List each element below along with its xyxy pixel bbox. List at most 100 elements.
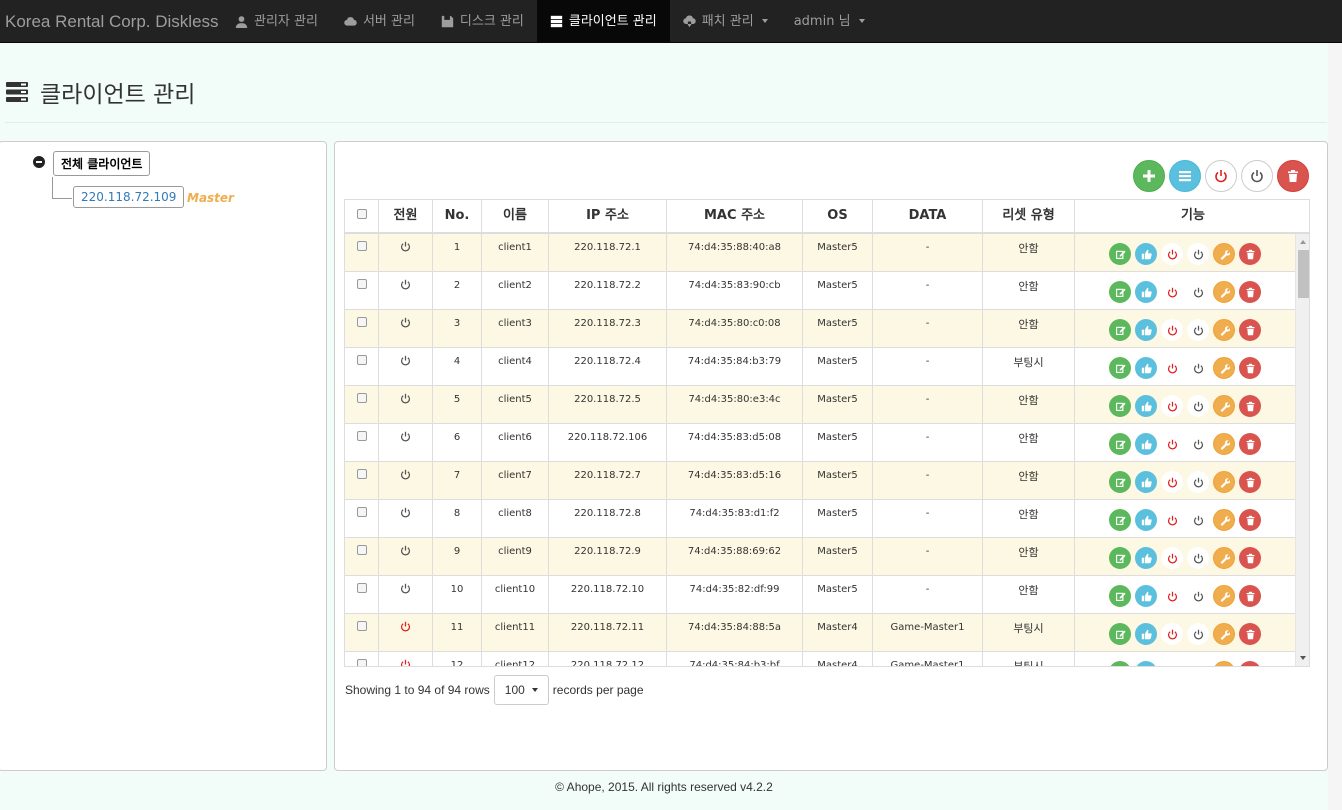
power-on-button[interactable] — [1161, 623, 1183, 645]
page-scrollbar[interactable] — [1328, 43, 1342, 810]
delete-button[interactable] — [1239, 661, 1261, 666]
edit-button[interactable] — [1109, 319, 1131, 341]
power-on-button[interactable] — [1161, 281, 1183, 303]
settings-button[interactable] — [1213, 357, 1235, 379]
power-off-button[interactable] — [1187, 281, 1209, 303]
scroll-thumb[interactable] — [1298, 250, 1309, 298]
delete-button[interactable] — [1239, 357, 1261, 379]
power-on-button[interactable] — [1161, 661, 1183, 666]
table-row[interactable]: 7 client7 220.118.72.7 74:d4:35:83:d5:16 Mas… — [345, 462, 1295, 500]
page-size-select[interactable]: 100 — [493, 675, 549, 705]
settings-button[interactable] — [1213, 433, 1235, 455]
power-off-button[interactable] — [1187, 357, 1209, 379]
power-on-button[interactable] — [1161, 547, 1183, 569]
power-on-button[interactable] — [1161, 357, 1183, 379]
delete-button[interactable] — [1239, 395, 1261, 417]
tree-node-server[interactable]: 220.118.72.109 — [73, 186, 185, 208]
approve-button[interactable] — [1135, 661, 1157, 666]
row-checkbox[interactable] — [356, 659, 367, 666]
approve-button[interactable] — [1135, 623, 1157, 645]
edit-button[interactable] — [1109, 585, 1131, 607]
table-row[interactable]: 9 client9 220.118.72.9 74:d4:35:88:69:62 Mas… — [345, 538, 1295, 576]
edit-button[interactable] — [1109, 661, 1131, 666]
edit-button[interactable] — [1109, 357, 1131, 379]
column-header[interactable]: 리셋 유형 — [983, 200, 1075, 232]
table-row[interactable]: 3 client3 220.118.72.3 74:d4:35:80:c0:08 Mas… — [345, 310, 1295, 348]
approve-button[interactable] — [1135, 243, 1157, 265]
column-header[interactable]: OS — [803, 200, 873, 232]
approve-button[interactable] — [1135, 585, 1157, 607]
settings-button[interactable] — [1213, 471, 1235, 493]
collapse-icon[interactable] — [33, 156, 45, 168]
power-on-button[interactable] — [1161, 395, 1183, 417]
row-checkbox[interactable] — [356, 393, 367, 403]
nav-client-management[interactable]: 클라이언트 관리 — [536, 0, 670, 42]
delete-button[interactable] — [1239, 585, 1261, 607]
settings-button[interactable] — [1213, 319, 1235, 341]
edit-button[interactable] — [1109, 547, 1131, 569]
table-row[interactable]: 5 client5 220.118.72.5 74:d4:35:80:e3:4c Mas… — [345, 386, 1295, 424]
table-row[interactable]: 2 client2 220.118.72.2 74:d4:35:83:90:cb Mas… — [345, 272, 1295, 310]
power-on-button[interactable] — [1161, 433, 1183, 455]
delete-button[interactable] — [1239, 319, 1261, 341]
settings-button[interactable] — [1213, 547, 1235, 569]
power-on-button[interactable] — [1161, 509, 1183, 531]
approve-button[interactable] — [1135, 281, 1157, 303]
column-header[interactable]: DATA — [873, 200, 983, 232]
row-checkbox[interactable] — [356, 621, 367, 631]
table-row[interactable]: 10 client10 220.118.72.10 74:d4:35:82:df:99… — [345, 576, 1295, 614]
settings-button[interactable] — [1213, 395, 1235, 417]
delete-button[interactable] — [1239, 471, 1261, 493]
scroll-down-icon[interactable] — [1300, 656, 1306, 660]
table-row[interactable]: 1 client1 220.118.72.1 74:d4:35:88:40:a8 Mas… — [345, 234, 1295, 272]
power-off-button[interactable] — [1187, 395, 1209, 417]
list-menu-button[interactable] — [1169, 160, 1201, 192]
power-on-button[interactable] — [1161, 471, 1183, 493]
row-checkbox[interactable] — [356, 583, 367, 593]
settings-button[interactable] — [1213, 243, 1235, 265]
nav-patch-management[interactable]: 패치 관리 — [670, 0, 781, 42]
delete-button[interactable] — [1239, 509, 1261, 531]
power-off-button[interactable] — [1187, 471, 1209, 493]
power-off-button[interactable] — [1187, 433, 1209, 455]
table-scrollbar[interactable] — [1295, 234, 1309, 666]
settings-button[interactable] — [1213, 623, 1235, 645]
delete-button[interactable] — [1239, 281, 1261, 303]
table-row[interactable]: 4 client4 220.118.72.4 74:d4:35:84:b3:79 Mas… — [345, 348, 1295, 386]
table-row[interactable]: 12 client12 220.118.72.12 74:d4:35:84:b3:bf… — [345, 652, 1295, 666]
row-checkbox[interactable] — [356, 317, 367, 327]
delete-button[interactable] — [1239, 547, 1261, 569]
edit-button[interactable] — [1109, 509, 1131, 531]
delete-button[interactable] — [1239, 433, 1261, 455]
edit-button[interactable] — [1109, 471, 1131, 493]
add-client-button[interactable] — [1133, 160, 1165, 192]
power-on-button[interactable] — [1161, 243, 1183, 265]
approve-button[interactable] — [1135, 509, 1157, 531]
nav-server-management[interactable]: 서버 관리 — [331, 0, 428, 42]
table-row[interactable]: 6 client6 220.118.72.106 74:d4:35:83:d5:08 M… — [345, 424, 1295, 462]
power-on-all-button[interactable] — [1205, 160, 1237, 192]
power-off-button[interactable] — [1187, 509, 1209, 531]
power-off-button[interactable] — [1187, 661, 1209, 666]
nav-admin-management[interactable]: 관리자 관리 — [222, 0, 331, 42]
approve-button[interactable] — [1135, 433, 1157, 455]
column-header[interactable]: IP 주소 — [549, 200, 667, 232]
settings-button[interactable] — [1213, 509, 1235, 531]
power-off-button[interactable] — [1187, 623, 1209, 645]
select-all-checkbox[interactable] — [356, 209, 367, 219]
column-header[interactable]: No. — [433, 200, 482, 232]
row-checkbox[interactable] — [356, 431, 367, 441]
power-off-button[interactable] — [1187, 585, 1209, 607]
nav-user-menu[interactable]: admin 님 — [781, 0, 878, 42]
column-header[interactable]: 전원 — [379, 200, 433, 232]
settings-button[interactable] — [1213, 661, 1235, 666]
settings-button[interactable] — [1213, 281, 1235, 303]
approve-button[interactable] — [1135, 319, 1157, 341]
column-header[interactable]: MAC 주소 — [667, 200, 803, 232]
approve-button[interactable] — [1135, 395, 1157, 417]
delete-button[interactable] — [1239, 623, 1261, 645]
approve-button[interactable] — [1135, 357, 1157, 379]
scroll-up-icon[interactable] — [1300, 240, 1306, 244]
edit-button[interactable] — [1109, 623, 1131, 645]
approve-button[interactable] — [1135, 471, 1157, 493]
